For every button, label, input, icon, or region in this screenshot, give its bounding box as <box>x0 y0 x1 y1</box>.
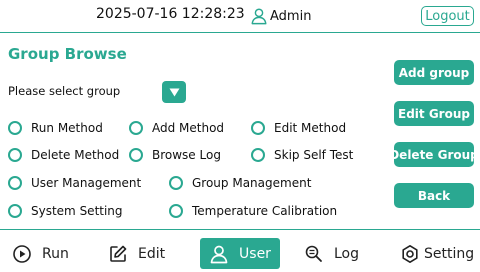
permission-label: Run Method <box>31 121 103 135</box>
permission-label: Group Management <box>192 176 312 190</box>
group-dropdown-button[interactable] <box>162 81 186 103</box>
permission-edit-method[interactable]: Edit Method <box>251 119 346 137</box>
radio-button[interactable] <box>129 148 143 162</box>
nav-label: Setting <box>424 245 475 262</box>
user-icon <box>251 8 267 25</box>
permission-label: User Management <box>31 176 142 190</box>
play-circle-icon <box>13 244 31 263</box>
radio-button[interactable] <box>8 121 22 135</box>
nav-user[interactable]: User <box>200 238 280 269</box>
nav-run[interactable]: Run <box>12 238 82 269</box>
chevron-down-icon <box>169 88 179 96</box>
permission-skip-self-test[interactable]: Skip Self Test <box>251 146 353 164</box>
radio-button[interactable] <box>8 148 22 162</box>
radio-button[interactable] <box>8 176 22 190</box>
permission-run-method[interactable]: Run Method <box>8 119 103 137</box>
permission-label: Browse Log <box>152 148 221 162</box>
add-group-button[interactable]: Add group <box>394 60 474 85</box>
permission-label: Add Method <box>152 121 225 135</box>
group-select-label: Please select group <box>8 84 121 98</box>
nav-label: Run <box>42 245 69 262</box>
top-bar: 2025-07-16 12:28:23 Admin Logout <box>0 0 480 32</box>
delete-group-button[interactable]: Delete Group <box>389 142 479 167</box>
gear-icon <box>402 244 418 263</box>
permission-add-method[interactable]: Add Method <box>129 119 224 137</box>
permission-label: System Setting <box>31 204 123 218</box>
back-button[interactable]: Back <box>394 183 474 208</box>
permission-label: Edit Method <box>274 121 347 135</box>
permission-label: Temperature Calibration <box>192 204 338 218</box>
permission-browse-log[interactable]: Browse Log <box>129 146 221 164</box>
permission-group-management[interactable]: Group Management <box>169 174 311 192</box>
edit-group-button[interactable]: Edit Group <box>394 101 474 126</box>
radio-button[interactable] <box>8 204 22 218</box>
permission-system-setting[interactable]: System Setting <box>8 202 123 220</box>
permission-temperature-calibration[interactable]: Temperature Calibration <box>169 202 337 220</box>
permission-label: Skip Self Test <box>274 148 354 162</box>
permission-user-management[interactable]: User Management <box>8 174 141 192</box>
nav-label: Edit <box>138 245 166 262</box>
page-title: Group Browse <box>8 45 127 63</box>
nav-edit[interactable]: Edit <box>108 238 178 269</box>
nav-label: Log <box>334 245 360 262</box>
edit-icon <box>110 245 127 262</box>
bottom-nav: Run Edit User Log Setting <box>0 235 480 272</box>
nav-label: User <box>239 245 271 262</box>
radio-button[interactable] <box>251 121 265 135</box>
permission-label: Delete Method <box>31 148 120 162</box>
group-browse-panel: Group Browse Please select group Run Met… <box>0 32 480 230</box>
radio-button[interactable] <box>251 148 265 162</box>
permission-delete-method[interactable]: Delete Method <box>8 146 119 164</box>
current-user: Admin <box>250 6 311 26</box>
radio-button[interactable] <box>129 121 143 135</box>
radio-button[interactable] <box>169 204 183 218</box>
nav-log[interactable]: Log <box>304 238 374 269</box>
username-label: Admin <box>270 8 312 24</box>
nav-setting[interactable]: Setting <box>400 238 476 269</box>
user-icon <box>210 245 228 263</box>
datetime-display: 2025-07-16 12:28:23 <box>96 6 245 22</box>
logout-button[interactable]: Logout <box>421 6 474 26</box>
search-list-icon <box>305 245 322 262</box>
radio-button[interactable] <box>169 176 183 190</box>
